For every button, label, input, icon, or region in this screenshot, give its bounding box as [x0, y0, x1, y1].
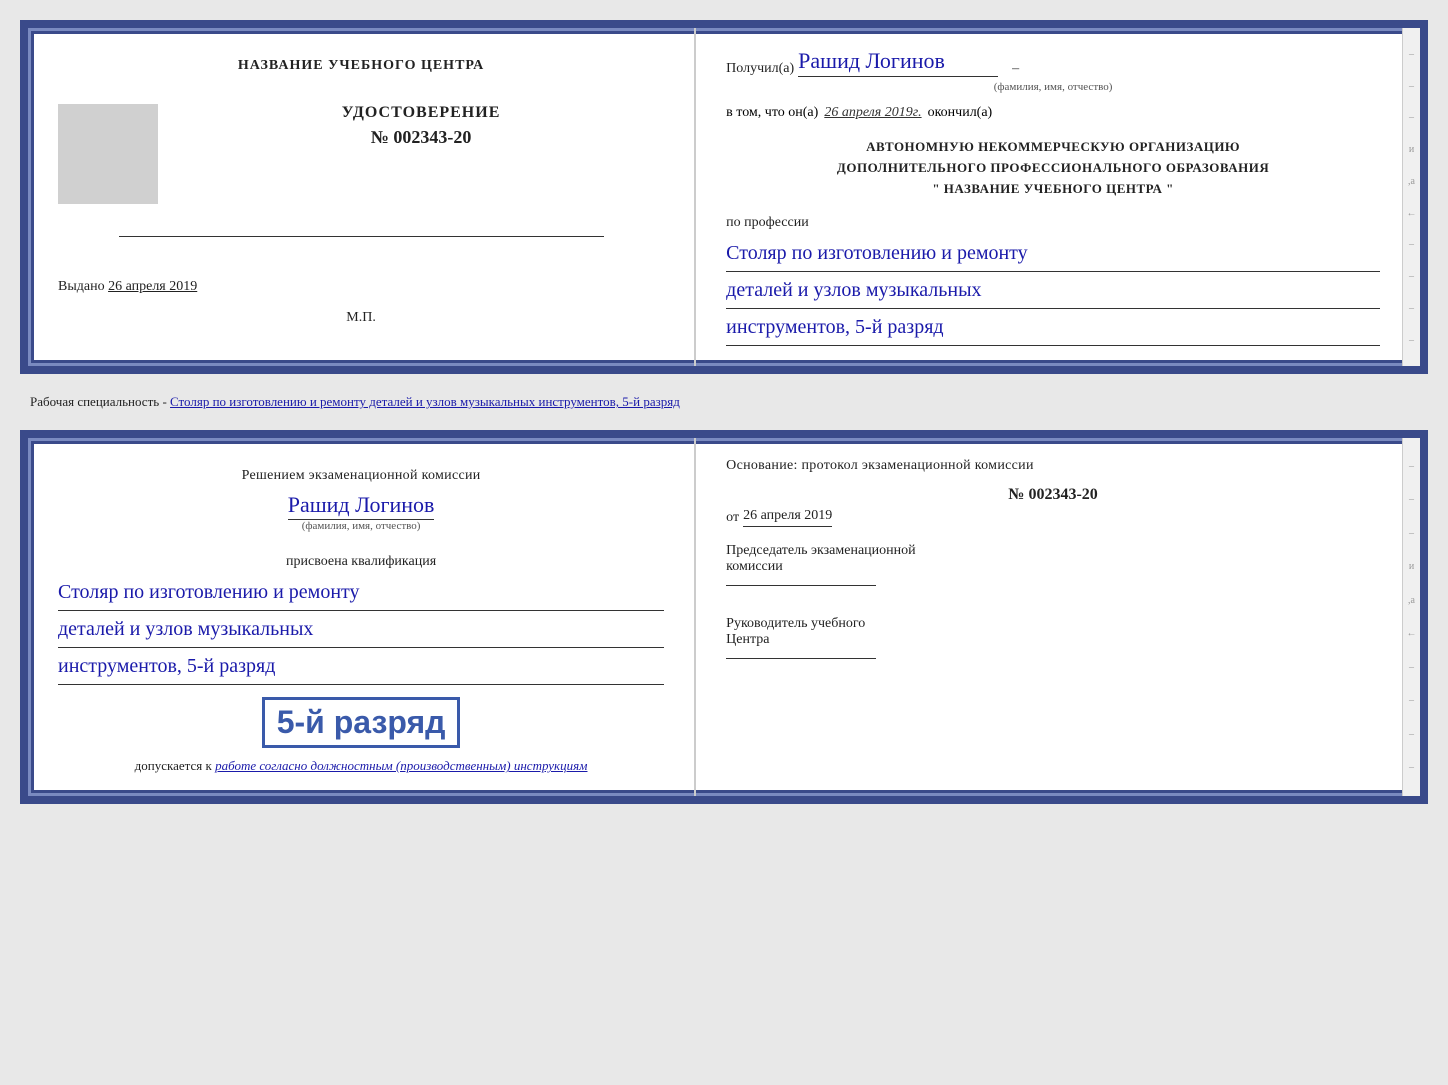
deco-b3: –: [1409, 528, 1414, 539]
deco-b8: –: [1409, 695, 1414, 706]
rukovoditel-line2: Центра: [726, 632, 1380, 648]
profession-line2-top: деталей и узлов музыкальных: [726, 272, 1380, 309]
deco-6: ←: [1407, 208, 1417, 219]
bottom-cert-left: Решением экзаменационной комиссии Рашид …: [28, 438, 696, 796]
sep-prefix: Рабочая специальность -: [30, 394, 170, 409]
org-block: АВТОНОМНУЮ НЕКОММЕРЧЕСКУЮ ОРГАНИЗАЦИЮ ДО…: [726, 137, 1380, 199]
deco-b9: –: [1409, 729, 1414, 740]
deco-b6: ←: [1407, 628, 1417, 639]
poluchil-text: Получил(а): [726, 61, 794, 77]
prisvoyena-label: присвоена квалификация: [286, 554, 436, 570]
cert-left-content: УДОСТОВЕРЕНИЕ № 002343-20: [58, 94, 664, 224]
right-decoration-top: – – – и ,а ← – – – –: [1402, 28, 1420, 366]
top-cert-left: НАЗВАНИЕ УЧЕБНОГО ЦЕНТРА УДОСТОВЕРЕНИЕ №…: [28, 28, 696, 366]
resheniem-block: Решением экзаменационной комиссии: [242, 468, 481, 484]
sep-specialty: Столяр по изготовлению и ремонту деталей…: [170, 394, 680, 409]
fio-subtitle-top: (фамилия, имя, отчество): [726, 81, 1380, 93]
ot-row: от 26 апреля 2019: [726, 508, 1380, 527]
predsedatel-signature: [726, 585, 876, 586]
dopuskaetsya-prefix: допускается к: [135, 758, 212, 773]
bottom-cert-right: Основание: протокол экзаменационной коми…: [696, 438, 1420, 796]
rukovoditel-block: Руководитель учебного Центра: [726, 616, 1380, 659]
predsedatel-line1: Председатель экзаменационной: [726, 543, 1380, 559]
org-line2: ДОПОЛНИТЕЛЬНОГО ПРОФЕССИОНАЛЬНОГО ОБРАЗО…: [726, 158, 1380, 179]
cert-issued-row: Выдано 26 апреля 2019: [58, 279, 664, 295]
cert-logo: [58, 104, 158, 204]
specialty-separator: Рабочая специальность - Столяр по изгото…: [20, 394, 1428, 410]
deco-8: –: [1409, 271, 1414, 282]
predsedatel-line2: комиссии: [726, 559, 1380, 575]
deco-4: и: [1409, 144, 1414, 155]
poluchil-row: Получил(а) Рашид Логинов –: [726, 48, 1380, 77]
deco-9: –: [1409, 303, 1414, 314]
recipient-name-top: Рашид Логинов: [798, 48, 998, 77]
profession-line2-bottom: деталей и узлов музыкальных: [58, 611, 664, 648]
protocol-date: 26 апреля 2019: [743, 508, 832, 527]
top-certificate: НАЗВАНИЕ УЧЕБНОГО ЦЕНТРА УДОСТОВЕРЕНИЕ №…: [20, 20, 1428, 374]
deco-3: –: [1409, 112, 1414, 123]
profession-line3-bottom: инструментов, 5-й разряд: [58, 648, 664, 685]
cert-number: № 002343-20: [178, 127, 664, 148]
deco-b5: ,а: [1408, 595, 1415, 606]
razryad-box: 5-й разряд: [262, 697, 461, 748]
dopuskaetsya-italic: работе согласно должностным (производств…: [215, 758, 587, 773]
razryad-big-text: 5-й разряд: [277, 704, 446, 740]
profession-line1-top: Столяр по изготовлению и ремонту: [726, 235, 1380, 272]
deco-b10: –: [1409, 762, 1414, 773]
deco-b1: –: [1409, 461, 1414, 472]
okonchil-text: окончил(а): [928, 105, 993, 121]
deco-7: –: [1409, 239, 1414, 250]
po-professii-label: по профессии: [726, 215, 1380, 231]
recipient-name-bottom: Рашид Логинов: [288, 492, 435, 520]
profession-line3-top: инструментов, 5-й разряд: [726, 309, 1380, 346]
protocol-no: 002343-20: [1028, 486, 1097, 503]
certificate-container: НАЗВАНИЕ УЧЕБНОГО ЦЕНТРА УДОСТОВЕРЕНИЕ №…: [20, 20, 1428, 804]
osnovanie-block: Основание: протокол экзаменационной коми…: [726, 458, 1380, 474]
deco-b4: и: [1409, 561, 1414, 572]
cert-title-block: УДОСТОВЕРЕНИЕ № 002343-20: [178, 94, 664, 148]
udostoverenie-label: УДОСТОВЕРЕНИЕ: [178, 104, 664, 122]
left-sep-line: [119, 236, 604, 237]
razryad-box-wrapper: 5-й разряд: [262, 693, 461, 748]
top-center-name: НАЗВАНИЕ УЧЕБНОГО ЦЕНТРА: [238, 58, 484, 74]
fio-subtitle-bottom: (фамилия, имя, отчество): [302, 520, 421, 532]
bottom-certificate: Решением экзаменационной комиссии Рашид …: [20, 430, 1428, 804]
org-line1: АВТОНОМНУЮ НЕКОММЕРЧЕСКУЮ ОРГАНИЗАЦИЮ: [726, 137, 1380, 158]
profession-line1-bottom: Столяр по изготовлению и ремонту: [58, 574, 664, 611]
deco-b2: –: [1409, 494, 1414, 505]
deco-2: –: [1409, 81, 1414, 92]
no-prefix: №: [371, 127, 389, 147]
right-decoration-bottom: – – – и ,а ← – – – –: [1402, 438, 1420, 796]
cert-no-value: 002343-20: [393, 127, 471, 147]
vydano-label: Выдано: [58, 279, 105, 294]
deco-5: ,а: [1408, 176, 1415, 187]
rukovoditel-signature: [726, 658, 876, 659]
protocol-number-block: № 002343-20: [726, 486, 1380, 504]
mp-label: М.П.: [346, 310, 376, 326]
vtom-row: в том, что он(а) 26 апреля 2019г. окончи…: [726, 105, 1380, 121]
issued-date: 26 апреля 2019: [108, 279, 197, 294]
vtom-date: 26 апреля 2019г.: [824, 105, 921, 121]
rukovoditel-line1: Руководитель учебного: [726, 616, 1380, 632]
deco-1: –: [1409, 49, 1414, 60]
recipient-name-bottom-wrap: Рашид Логинов: [288, 492, 435, 518]
no-prefix-bottom: №: [1008, 486, 1024, 503]
dopuskaetsya-row: допускается к работе согласно должностны…: [135, 756, 588, 776]
org-line3: " НАЗВАНИЕ УЧЕБНОГО ЦЕНТРА ": [726, 179, 1380, 200]
predsedatel-block: Председатель экзаменационной комиссии: [726, 543, 1380, 586]
ot-prefix: от: [726, 510, 739, 526]
vtom-text: в том, что он(а): [726, 105, 818, 121]
deco-10: –: [1409, 335, 1414, 346]
top-cert-right: Получил(а) Рашид Логинов – (фамилия, имя…: [696, 28, 1420, 366]
deco-b7: –: [1409, 662, 1414, 673]
